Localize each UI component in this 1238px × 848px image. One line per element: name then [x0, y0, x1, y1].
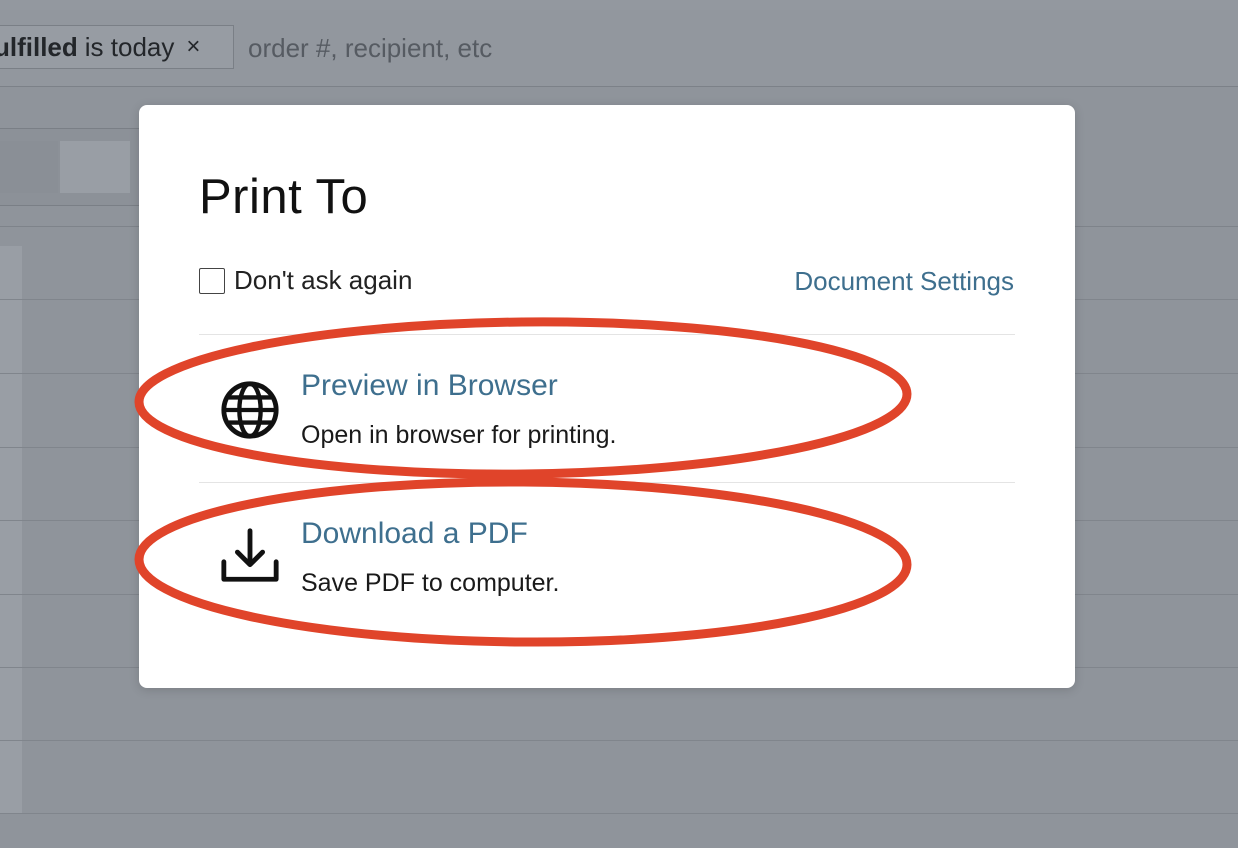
table-row-divider	[0, 813, 1238, 814]
search-input[interactable]	[246, 25, 850, 71]
blurred-block	[60, 141, 130, 193]
print-to-dialog: Print To Don't ask again Document Settin…	[139, 105, 1075, 688]
close-icon[interactable]: ×	[186, 33, 200, 61]
globe-icon	[221, 381, 279, 439]
download-icon	[221, 528, 279, 582]
blurred-block	[0, 141, 58, 193]
dont-ask-again-checkbox[interactable]	[199, 267, 225, 294]
background-panel	[0, 128, 140, 206]
dont-ask-again-label: Don't ask again	[234, 265, 413, 295]
blurred-column	[0, 246, 22, 814]
table-row-divider	[0, 740, 1238, 741]
option-description: Open in browser for printing.	[301, 421, 617, 449]
filter-bar: ulfilled is today ×	[0, 10, 1238, 87]
option-title: Download a PDF	[301, 517, 528, 550]
option-title: Preview in Browser	[301, 369, 558, 402]
divider	[199, 482, 1015, 483]
divider	[199, 334, 1015, 335]
dont-ask-again-option[interactable]: Don't ask again	[199, 265, 412, 296]
document-settings-link[interactable]: Document Settings	[794, 266, 1014, 297]
filter-chip-condition: is today	[84, 31, 175, 62]
filter-chip-field: ulfilled	[0, 31, 78, 62]
preview-in-browser-option[interactable]: Preview in Browser Open in browser for p…	[199, 347, 1015, 467]
dialog-title: Print To	[199, 170, 369, 224]
filter-chip[interactable]: ulfilled is today ×	[0, 25, 234, 69]
option-description: Save PDF to computer.	[301, 569, 560, 597]
download-pdf-option[interactable]: Download a PDF Save PDF to computer.	[199, 495, 1015, 615]
